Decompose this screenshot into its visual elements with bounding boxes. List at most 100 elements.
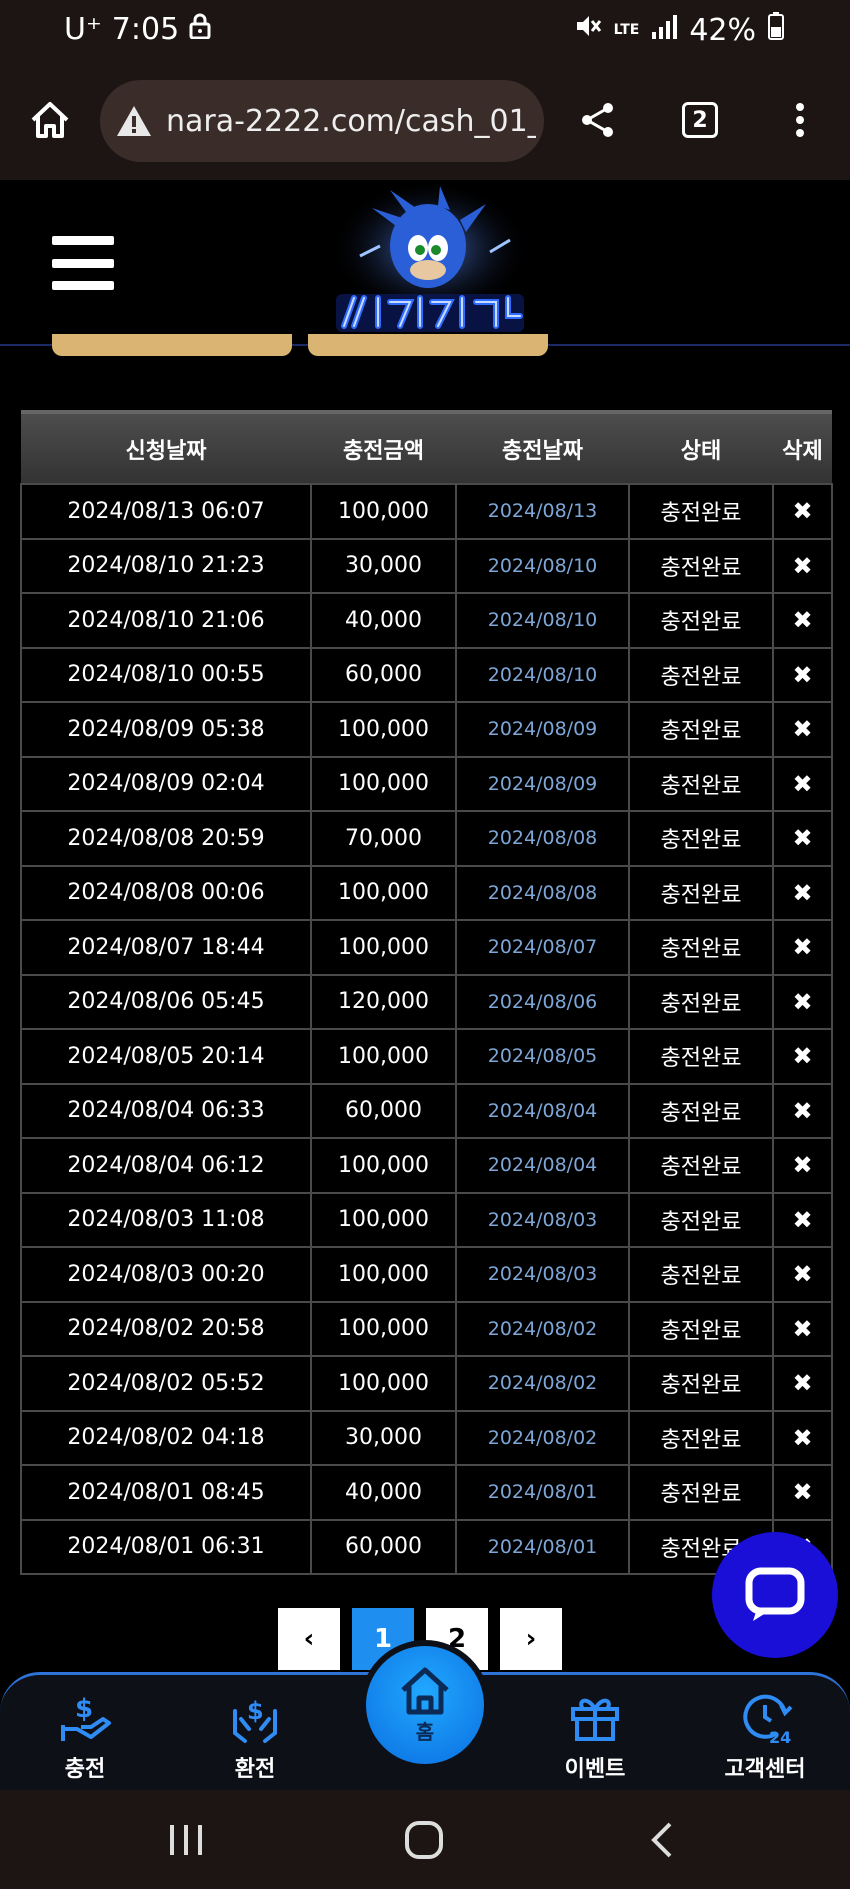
back-icon[interactable] <box>632 1818 692 1862</box>
charge-date-cell: 2024/08/03 <box>455 1191 630 1248</box>
nav-charge-label: 충전 <box>64 1757 106 1782</box>
amount-cell: 100,000 <box>310 483 457 540</box>
amount-cell: 60,000 <box>310 1518 457 1575</box>
delete-button[interactable]: ✖ <box>772 1191 833 1248</box>
nav-event[interactable]: 이벤트 <box>530 1689 660 1783</box>
charge-date-cell: 2024/08/05 <box>455 1028 630 1085</box>
delete-button[interactable]: ✖ <box>772 1464 833 1521</box>
table-row: 2024/08/08 00:06 100,000 2024/08/08 충전완료 ✖ <box>20 864 833 921</box>
signal-icon <box>651 13 678 48</box>
svg-text:$: $ <box>247 1697 264 1725</box>
warning-icon[interactable] <box>114 101 154 141</box>
recent-apps-icon[interactable] <box>156 1818 216 1862</box>
charge-date-cell: 2024/08/07 <box>455 919 630 976</box>
more-menu-icon[interactable] <box>770 90 830 150</box>
delete-button[interactable]: ✖ <box>772 1082 833 1139</box>
header-status: 상태 <box>629 410 773 484</box>
header-charge-date: 충전날짜 <box>456 410 629 484</box>
table-row: 2024/08/08 20:59 70,000 2024/08/08 충전완료 ✖ <box>20 810 833 867</box>
request-date-cell: 2024/08/02 05:52 <box>20 1355 312 1412</box>
amount-cell: 40,000 <box>310 592 457 649</box>
share-icon[interactable] <box>568 90 628 150</box>
delete-button[interactable]: ✖ <box>772 864 833 921</box>
status-cell: 충전완료 <box>628 810 774 867</box>
table-row: 2024/08/02 04:18 30,000 2024/08/02 충전완료 ✖ <box>20 1409 833 1466</box>
table-row: 2024/08/02 05:52 100,000 2024/08/02 충전완료 ✖ <box>20 1355 833 1412</box>
charge-date-cell: 2024/08/10 <box>455 646 630 703</box>
home-nav-icon[interactable] <box>394 1818 454 1862</box>
address-bar[interactable]: nara-2222.com/cash_01_1. <box>100 80 544 162</box>
lock-icon <box>189 12 211 47</box>
delete-button[interactable]: ✖ <box>772 1355 833 1412</box>
header-delete: 삭제 <box>773 410 832 484</box>
status-cell: 충전완료 <box>628 864 774 921</box>
nav-home-button[interactable]: 홈 <box>360 1640 490 1770</box>
delete-button[interactable]: ✖ <box>772 810 833 867</box>
delete-button[interactable]: ✖ <box>772 592 833 649</box>
delete-button[interactable]: ✖ <box>772 483 833 540</box>
hamburger-menu-icon[interactable] <box>52 236 114 290</box>
home-icon[interactable] <box>20 90 80 150</box>
url-text[interactable]: nara-2222.com/cash_01_1. <box>166 104 536 139</box>
delete-button[interactable]: ✖ <box>772 537 833 594</box>
request-date-cell: 2024/08/07 18:44 <box>20 919 312 976</box>
charge-date-cell: 2024/08/10 <box>455 537 630 594</box>
delete-button[interactable]: ✖ <box>772 1028 833 1085</box>
table-row: 2024/08/05 20:14 100,000 2024/08/05 충전완료 ✖ <box>20 1028 833 1085</box>
request-date-cell: 2024/08/09 05:38 <box>20 701 312 758</box>
table-row: 2024/08/06 05:45 120,000 2024/08/06 충전완료 ✖ <box>20 973 833 1030</box>
request-date-cell: 2024/08/08 00:06 <box>20 864 312 921</box>
status-cell: 충전완료 <box>628 755 774 812</box>
delete-button[interactable]: ✖ <box>772 919 833 976</box>
delete-button[interactable]: ✖ <box>772 1137 833 1194</box>
prev-page-button[interactable]: ‹ <box>278 1608 340 1670</box>
delete-button[interactable]: ✖ <box>772 973 833 1030</box>
delete-button[interactable]: ✖ <box>772 646 833 703</box>
table-row: 2024/08/04 06:12 100,000 2024/08/04 충전완료 ✖ <box>20 1137 833 1194</box>
charge-date-cell: 2024/08/09 <box>455 755 630 812</box>
amount-cell: 100,000 <box>310 864 457 921</box>
amount-cell: 100,000 <box>310 1137 457 1194</box>
status-cell: 충전완료 <box>628 1137 774 1194</box>
charge-date-cell: 2024/08/04 <box>455 1082 630 1139</box>
delete-button[interactable]: ✖ <box>772 755 833 812</box>
charge-date-cell: 2024/08/06 <box>455 973 630 1030</box>
request-date-cell: 2024/08/06 05:45 <box>20 973 312 1030</box>
nav-exchange[interactable]: $ 환전 <box>190 1689 320 1783</box>
charge-date-cell: 2024/08/09 <box>455 701 630 758</box>
history-tab-button[interactable] <box>308 334 548 356</box>
tab-switcher-button[interactable]: 2 <box>670 90 730 150</box>
delete-button[interactable]: ✖ <box>772 1300 833 1357</box>
nav-exchange-label: 환전 <box>234 1757 276 1782</box>
status-cell: 충전완료 <box>628 973 774 1030</box>
next-page-button[interactable]: › <box>500 1608 562 1670</box>
svg-text:24: 24 <box>769 1728 791 1745</box>
amount-cell: 100,000 <box>310 1355 457 1412</box>
network-type: LTE <box>613 21 640 38</box>
amount-cell: 100,000 <box>310 755 457 812</box>
charge-date-cell: 2024/08/01 <box>455 1518 630 1575</box>
nav-support[interactable]: 24 고객센터 <box>700 1689 830 1783</box>
table-row: 2024/08/13 06:07 100,000 2024/08/13 충전완료 ✖ <box>20 483 833 540</box>
request-date-cell: 2024/08/01 06:31 <box>20 1518 312 1575</box>
amount-cell: 100,000 <box>310 1028 457 1085</box>
delete-button[interactable]: ✖ <box>772 1246 833 1303</box>
charge-history-table: 신청날짜 충전금액 충전날짜 상태 삭제 2024/08/13 06:07 100… <box>20 410 833 1575</box>
delete-button[interactable]: ✖ <box>772 701 833 758</box>
charge-date-cell: 2024/08/03 <box>455 1246 630 1303</box>
delete-button[interactable]: ✖ <box>772 1409 833 1466</box>
request-date-cell: 2024/08/05 20:14 <box>20 1028 312 1085</box>
live-chat-button[interactable] <box>712 1532 838 1658</box>
request-date-cell: 2024/08/13 06:07 <box>20 483 312 540</box>
status-cell: 충전완료 <box>628 1355 774 1412</box>
mute-icon <box>574 12 602 48</box>
site-logo[interactable] <box>320 186 540 336</box>
nav-charge[interactable]: $ 충전 <box>20 1689 150 1783</box>
status-bar: U⁺ 7:05 LTE 42% <box>0 0 850 62</box>
status-cell: 충전완료 <box>628 1028 774 1085</box>
charge-icon: $ <box>61 1694 111 1741</box>
charge-date-cell: 2024/08/01 <box>455 1464 630 1521</box>
charge-tab-button[interactable] <box>52 334 292 356</box>
amount-cell: 100,000 <box>310 919 457 976</box>
amount-cell: 30,000 <box>310 537 457 594</box>
